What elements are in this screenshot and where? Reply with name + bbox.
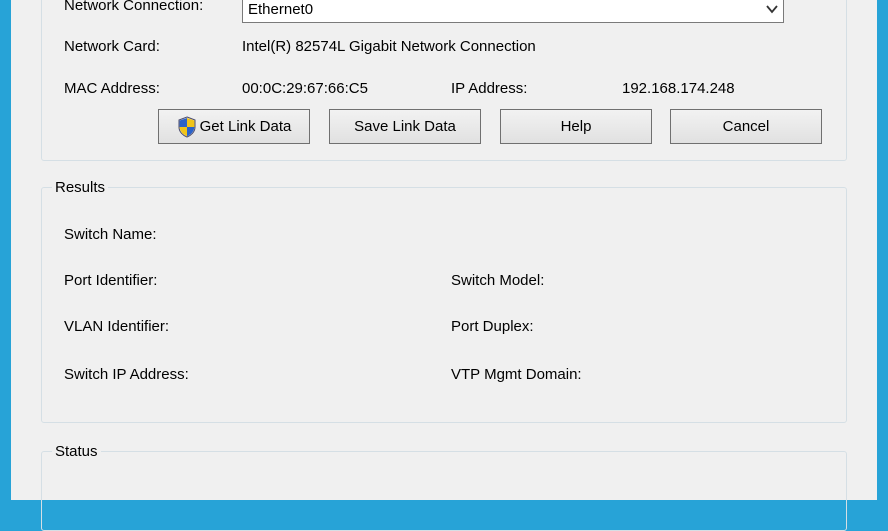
switch-model-label: Switch Model: bbox=[451, 272, 545, 289]
cancel-label: Cancel bbox=[722, 118, 770, 135]
get-link-data-label: Get Link Data bbox=[199, 118, 292, 135]
port-duplex-label: Port Duplex: bbox=[451, 318, 534, 335]
save-link-data-button[interactable]: Save Link Data bbox=[329, 109, 481, 144]
get-link-data-button[interactable]: Get Link Data bbox=[158, 109, 310, 144]
chevron-down-icon bbox=[766, 5, 778, 14]
mac-address-value: 00:0C:29:67:66:C5 bbox=[242, 80, 368, 97]
status-title: Status bbox=[52, 443, 101, 461]
vlan-identifier-label: VLAN Identifier: bbox=[64, 318, 170, 335]
ip-address-value: 192.168.174.248 bbox=[622, 80, 735, 97]
ip-address-label: IP Address: bbox=[451, 80, 528, 97]
switch-name-label: Switch Name: bbox=[64, 226, 157, 243]
save-link-data-label: Save Link Data bbox=[354, 118, 456, 135]
help-label: Help bbox=[560, 118, 592, 135]
switch-ip-address-label: Switch IP Address: bbox=[64, 366, 189, 383]
network-card-value: Intel(R) 82574L Gigabit Network Connecti… bbox=[242, 38, 536, 55]
vtp-mgmt-domain-label: VTP Mgmt Domain: bbox=[451, 366, 582, 383]
dialog-window: Network Connection: Ethernet0 Network Ca… bbox=[11, 0, 877, 531]
status-group bbox=[41, 451, 847, 531]
network-connection-dropdown[interactable]: Ethernet0 bbox=[242, 0, 784, 23]
cancel-button[interactable]: Cancel bbox=[670, 109, 822, 144]
network-connection-label: Network Connection: bbox=[64, 0, 204, 14]
results-title: Results bbox=[52, 179, 109, 197]
network-card-label: Network Card: bbox=[64, 38, 160, 55]
mac-address-label: MAC Address: bbox=[64, 80, 160, 97]
uac-shield-icon bbox=[178, 115, 196, 138]
port-identifier-label: Port Identifier: bbox=[64, 272, 158, 289]
help-button[interactable]: Help bbox=[500, 109, 652, 144]
network-connection-value: Ethernet0 bbox=[248, 1, 314, 18]
results-group bbox=[41, 187, 847, 423]
